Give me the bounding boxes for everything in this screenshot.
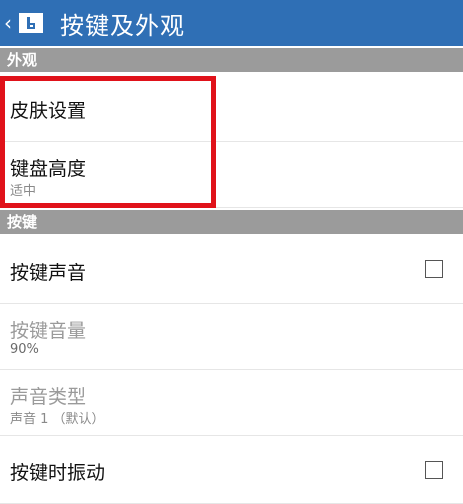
section-header-appearance: 外观 <box>0 48 463 72</box>
setting-row-keyboard-height[interactable]: 键盘高度 适中 <box>0 142 463 208</box>
setting-value-key-volume: 90% <box>10 342 39 357</box>
title-bar: ‹ 按键及外观 <box>0 0 463 46</box>
setting-row-key-vibration[interactable]: 按键时振动 <box>0 436 463 504</box>
key-vibration-checkbox[interactable] <box>425 461 443 479</box>
setting-row-sound-type[interactable]: 声音类型 声音 1 （默认） <box>0 370 463 436</box>
app-logo-icon[interactable] <box>16 8 46 38</box>
setting-title-skin: 皮肤设置 <box>10 100 87 122</box>
setting-row-key-volume[interactable]: 按键音量 90% <box>0 304 463 370</box>
settings-screen: ‹ 按键及外观 外观 皮肤设置 键盘高度 适中 按键 按键声音 按键音量 90%… <box>0 0 463 504</box>
section-header-keys: 按键 <box>0 210 463 234</box>
page-title: 按键及外观 <box>60 11 185 40</box>
setting-title-key-volume: 按键音量 <box>10 320 87 342</box>
setting-value-keyboard-height: 适中 <box>10 184 37 199</box>
setting-row-skin[interactable]: 皮肤设置 <box>0 72 463 142</box>
setting-title-key-vibration: 按键时振动 <box>10 462 106 484</box>
key-sound-checkbox[interactable] <box>425 260 443 278</box>
setting-title-sound-type: 声音类型 <box>10 386 87 408</box>
setting-title-key-sound: 按键声音 <box>10 262 87 284</box>
setting-title-keyboard-height: 键盘高度 <box>10 158 87 180</box>
setting-value-sound-type: 声音 1 （默认） <box>10 412 105 427</box>
back-chevron-icon[interactable]: ‹ <box>4 13 14 33</box>
setting-row-key-sound[interactable]: 按键声音 <box>0 234 463 304</box>
